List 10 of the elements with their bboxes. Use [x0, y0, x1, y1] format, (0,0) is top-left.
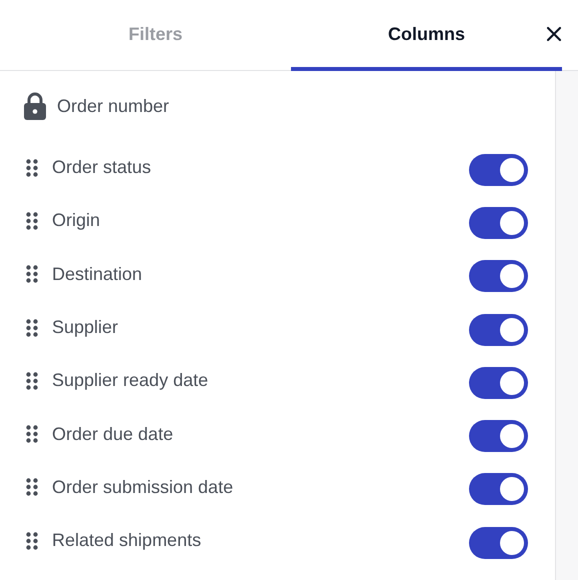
column-label: Origin — [52, 210, 102, 232]
column-label: Related shipments — [52, 530, 202, 552]
column-label: Order due date — [52, 424, 174, 445]
column-label: Order submission date — [52, 476, 234, 498]
column-label: Order number — [57, 96, 170, 116]
tab[interactable]: Columns — [291, 0, 562, 71]
column-label: Supplier — [52, 317, 120, 338]
column-label: Destination — [52, 264, 144, 285]
column-label: Supplier ready date — [52, 370, 210, 392]
column-label: Order status — [52, 157, 152, 178]
